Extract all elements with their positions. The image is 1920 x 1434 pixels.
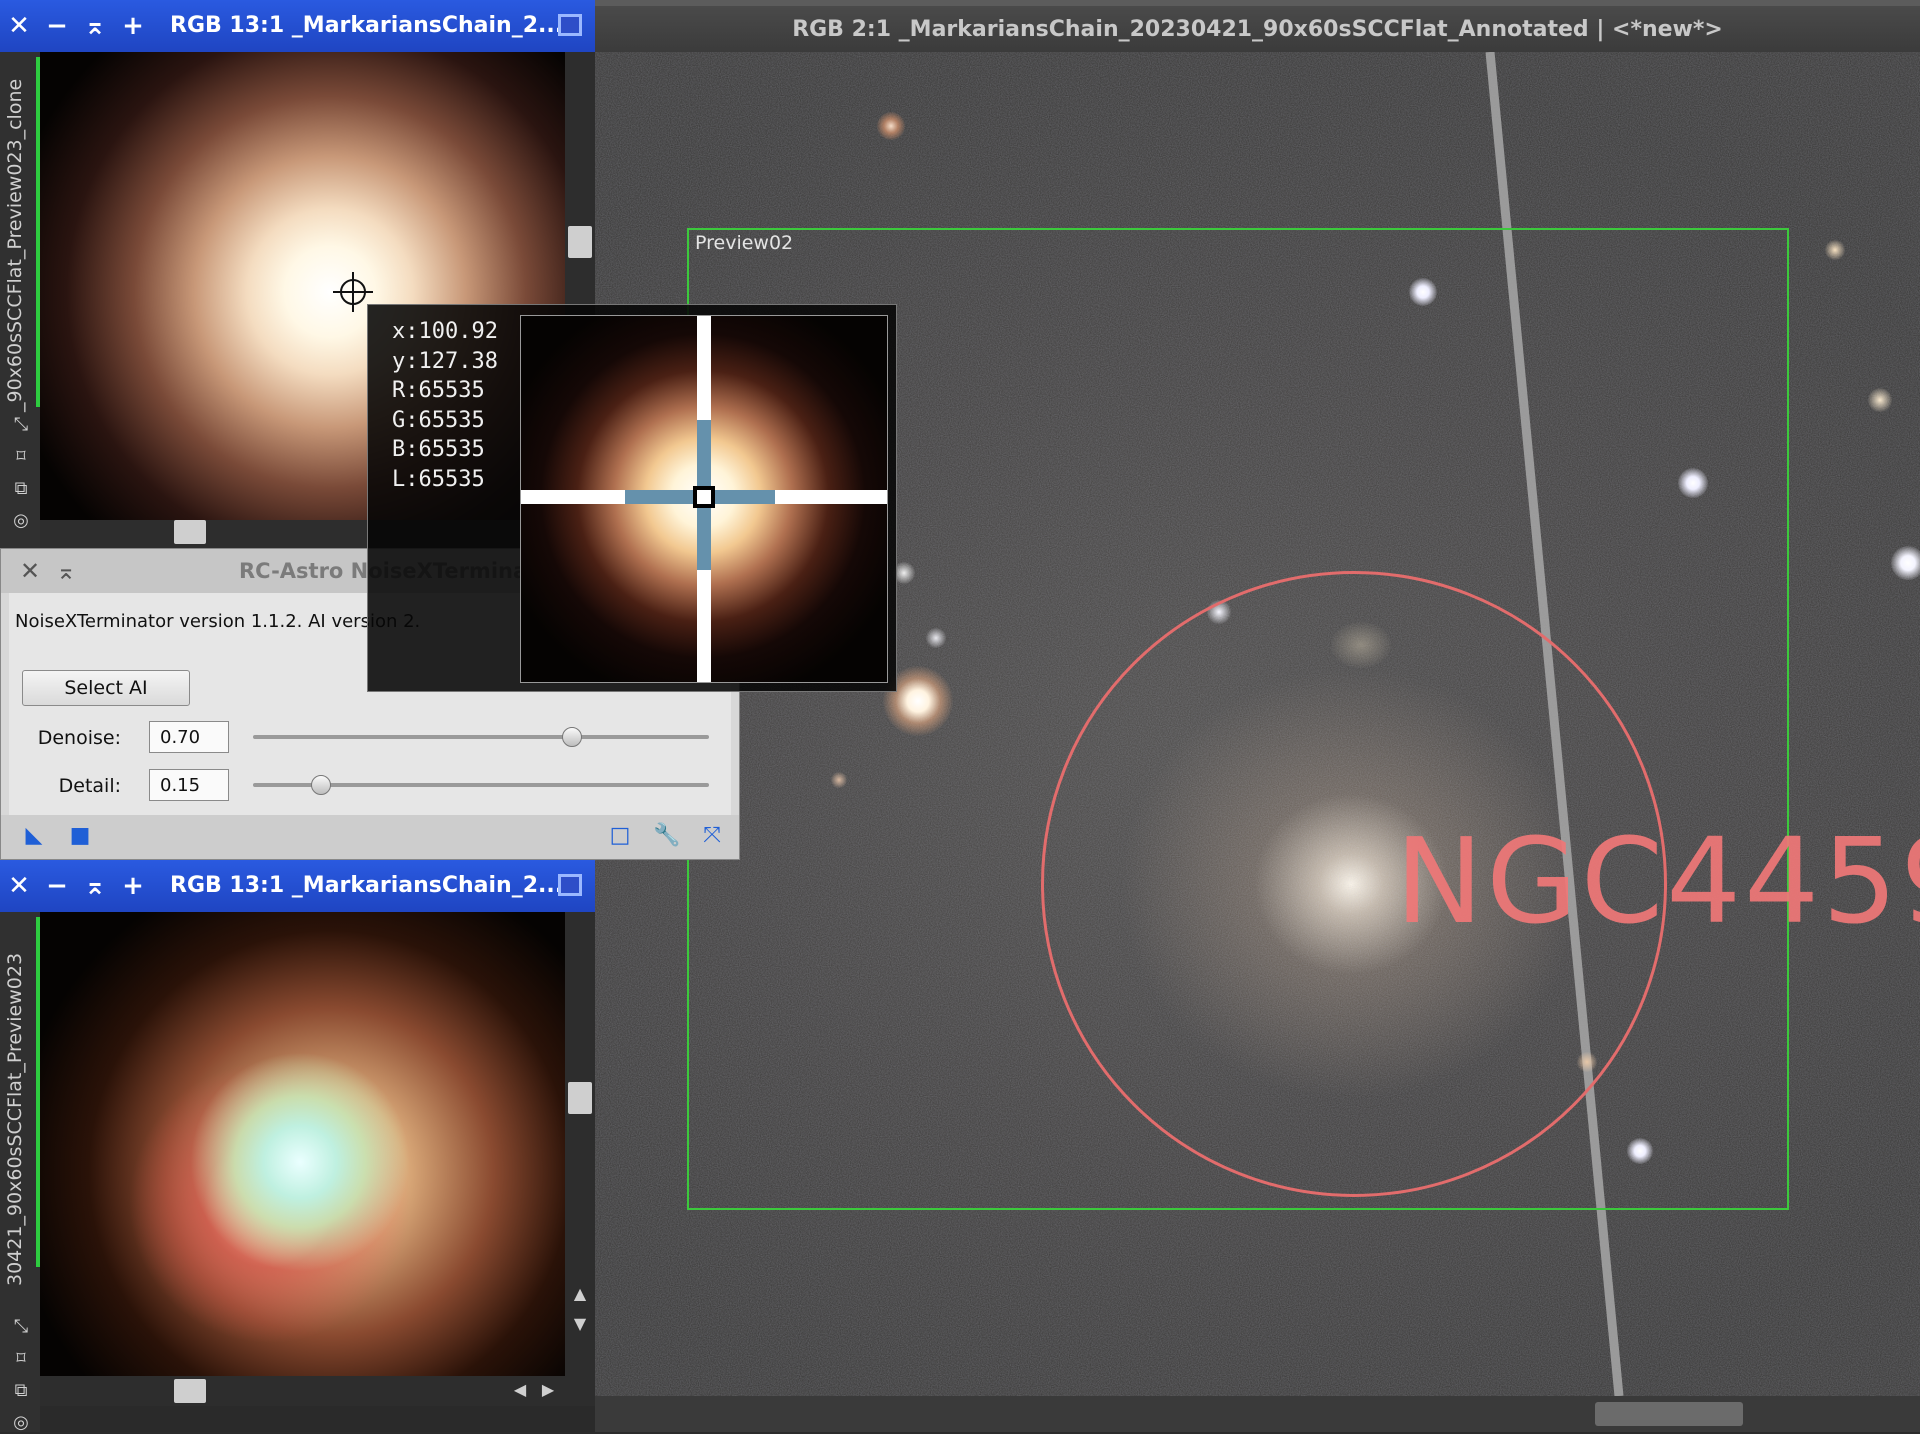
main-horizontal-scroll-thumb[interactable] — [1595, 1402, 1743, 1426]
top-preview-side-label: _90x60sSCCFlat_Preview023_clone — [4, 78, 26, 412]
bottom-preview-vertical-thumb[interactable] — [568, 1082, 592, 1114]
window-maximize-icon[interactable] — [558, 874, 582, 896]
bottom-preview-titlebar[interactable]: ✕ − ⌅ + RGB 13:1 _MarkariansChain_2... — [0, 860, 595, 912]
denoise-slider-track[interactable] — [253, 735, 709, 739]
top-preview-title: RGB 13:1 _MarkariansChain_2... — [170, 13, 564, 38]
settings-wrench-icon[interactable]: 🔧 — [653, 823, 680, 849]
main-window-title: RGB 2:1 _MarkariansChain_20230421_90x60s… — [792, 16, 1723, 42]
readout-b: B:65535 — [392, 437, 485, 462]
denoise-label: Denoise: — [37, 727, 121, 749]
pixel-readout-popup: x:100.92 y:127.38 R:65535 G:65535 B:6553… — [367, 304, 897, 692]
clone-view-icon[interactable]: ⧉ — [10, 1380, 32, 1402]
scroll-left-icon[interactable]: ◀ — [510, 1380, 530, 1400]
pixel-readout-zoom — [520, 315, 888, 683]
clone-view-icon[interactable]: ⧉ — [10, 478, 32, 500]
new-instance-triangle-icon[interactable]: ◣ — [21, 823, 47, 849]
shade-icon[interactable]: ⌅ — [80, 870, 110, 902]
main-image-canvas[interactable]: Preview02 NGC4459 — [595, 52, 1920, 1396]
bottom-preview-side-label: 30421_90x60sSCCFlat_Preview023 — [4, 952, 26, 1286]
close-icon[interactable]: ✕ — [4, 10, 34, 42]
detail-label: Detail: — [58, 775, 121, 797]
close-icon[interactable]: ✕ — [15, 555, 45, 587]
minimize-icon[interactable]: − — [42, 870, 72, 902]
reset-icon[interactable]: ⤧ — [699, 823, 725, 849]
maximize-plus-icon[interactable]: + — [118, 10, 148, 42]
target-icon[interactable]: ◎ — [10, 1412, 32, 1434]
readout-l: L:65535 — [392, 466, 485, 492]
pixel-readout-values: x:100.92 y:127.38 R:65535 G:65535 B:6553… — [392, 317, 498, 494]
top-preview-titlebar[interactable]: ✕ − ⌅ + RGB 13:1 _MarkariansChain_2... — [0, 0, 595, 52]
target-icon[interactable]: ◎ — [10, 510, 32, 532]
fit-view-icon[interactable]: ⌑ — [10, 446, 32, 468]
bottom-preview-horizontal-thumb[interactable] — [174, 1379, 206, 1403]
star — [1891, 546, 1920, 580]
preview-toggle-icon[interactable]: □ — [607, 823, 633, 849]
bottom-preview-side-strip: 30421_90x60sSCCFlat_Preview023 ⤡ ⌑ ⧉ ◎ — [0, 912, 40, 1434]
top-preview-side-strip: _90x60sSCCFlat_Preview023_clone ⤡ ⌑ ⧉ ◎ — [0, 52, 40, 548]
bottom-preview-vertical-scrollbar[interactable]: ▲ ▼ — [565, 912, 595, 1376]
noisexterminator-version-text: NoiseXTerminator version 1.1.2. AI versi… — [15, 611, 421, 632]
star — [1825, 240, 1845, 260]
zoom-tool-icon[interactable]: ⤡ — [10, 414, 32, 436]
bottom-preview-title: RGB 13:1 _MarkariansChain_2... — [170, 873, 564, 898]
noisexterminator-footer: ◣ ■ □ 🔧 ⤧ — [1, 815, 739, 859]
top-preview-horizontal-thumb[interactable] — [174, 520, 206, 544]
detail-input[interactable] — [149, 769, 229, 801]
scroll-up-icon[interactable]: ▲ — [570, 1284, 590, 1304]
main-image-window: RGB 2:1 _MarkariansChain_20230421_90x60s… — [595, 0, 1920, 1432]
denoise-input[interactable] — [149, 721, 229, 753]
close-icon[interactable]: ✕ — [4, 870, 34, 902]
maximize-plus-icon[interactable]: + — [118, 870, 148, 902]
minimize-icon[interactable]: − — [42, 10, 72, 42]
zoom-tool-icon[interactable]: ⤡ — [10, 1316, 32, 1338]
readout-r: R:65535 — [392, 378, 485, 403]
top-preview-vertical-thumb[interactable] — [568, 226, 592, 258]
bottom-preview-canvas[interactable] — [40, 912, 565, 1376]
scroll-right-icon[interactable]: ▶ — [538, 1380, 558, 1400]
shade-icon[interactable]: ⌅ — [51, 555, 81, 587]
bottom-preview-horizontal-scrollbar[interactable]: ◀ ▶ — [40, 1376, 595, 1406]
readout-y: y:127.38 — [392, 348, 498, 374]
select-ai-button[interactable]: Select AI — [22, 670, 190, 706]
readout-crosshair-icon — [521, 316, 887, 682]
ngc4459-annotation-label: NGC4459 — [1395, 812, 1920, 950]
bottom-preview-window: ✕ − ⌅ + RGB 13:1 _MarkariansChain_2... 3… — [0, 860, 595, 1434]
scroll-down-icon[interactable]: ▼ — [570, 1314, 590, 1334]
preview02-label: Preview02 — [695, 232, 794, 254]
star — [877, 112, 905, 140]
readout-x: x:100.92 — [392, 319, 498, 344]
readout-g: G:65535 — [392, 407, 485, 433]
shade-icon[interactable]: ⌅ — [80, 10, 110, 42]
fit-view-icon[interactable]: ⌑ — [10, 1348, 32, 1370]
window-maximize-icon[interactable] — [558, 14, 582, 36]
star — [1868, 388, 1892, 412]
apply-global-square-icon[interactable]: ■ — [67, 823, 93, 849]
main-window-titlebar[interactable]: RGB 2:1 _MarkariansChain_20230421_90x60s… — [595, 0, 1920, 52]
